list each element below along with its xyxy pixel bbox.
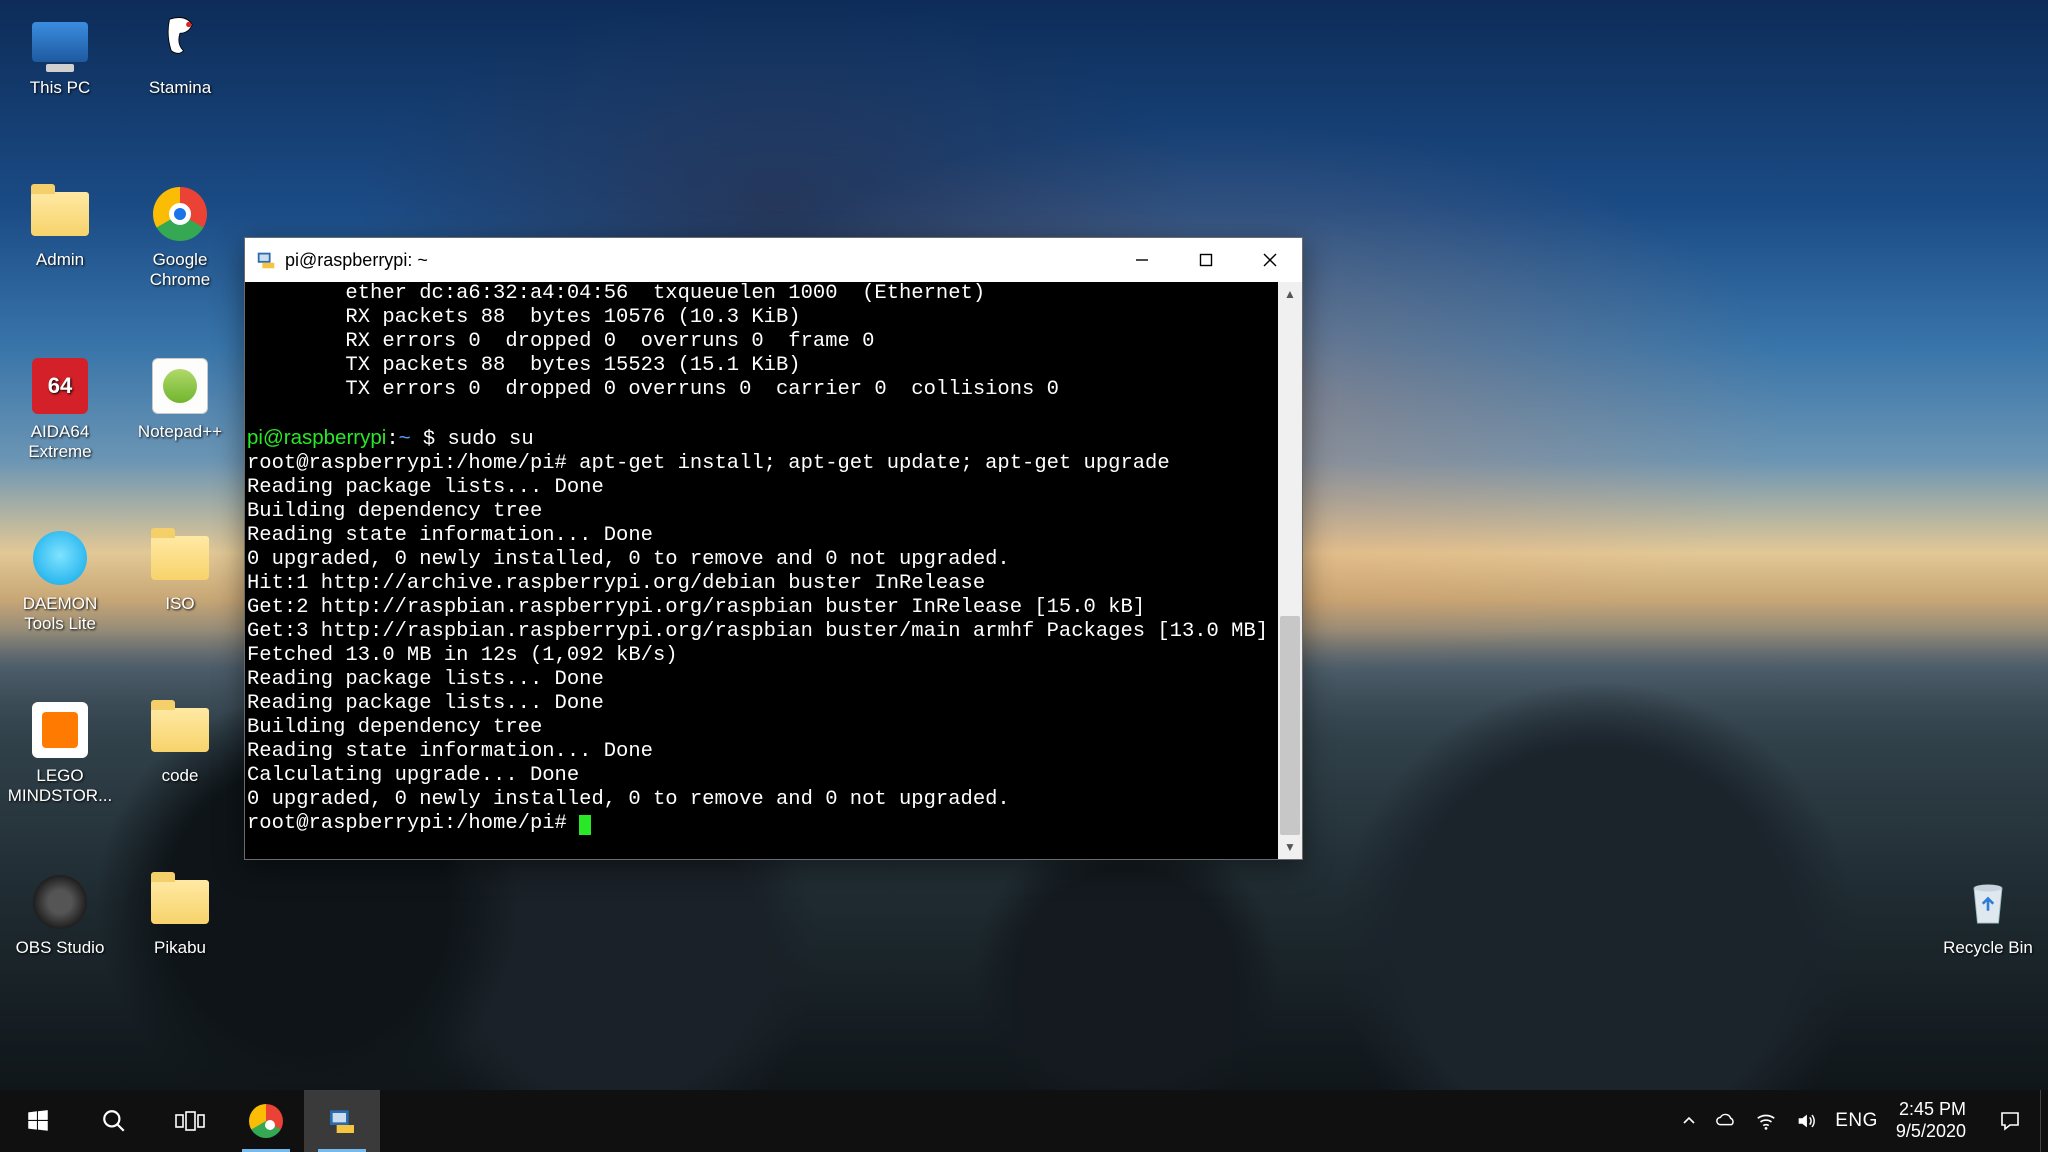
desktop-label: DAEMONTools Lite [6,594,114,635]
taskbar-clock[interactable]: 2:45 PM 9/5/2020 [1882,1090,1980,1152]
folder-icon [148,870,212,934]
close-button[interactable] [1238,238,1302,282]
chrome-icon [148,182,212,246]
show-desktop-button[interactable] [2040,1090,2048,1152]
chrome-icon [249,1104,283,1138]
desktop-label: Notepad++ [126,422,234,442]
folder-icon [148,698,212,762]
putty-icon [326,1105,358,1137]
scroll-up-button[interactable]: ▲ [1278,282,1302,306]
search-icon [101,1108,127,1134]
desktop-label: OBS Studio [6,938,114,958]
desktop-icon-notepadpp[interactable]: Notepad++ [126,354,234,442]
tray-overflow-button[interactable] [1681,1113,1697,1129]
desktop-icon-iso[interactable]: ISO [126,526,234,614]
desktop-label: Admin [6,250,114,270]
clock-time: 2:45 PM [1896,1099,1966,1121]
desktop-icon-code[interactable]: code [126,698,234,786]
recycle-bin-icon [1956,870,2020,934]
desktop-icon-recycle-bin[interactable]: Recycle Bin [1934,870,2042,958]
desktop-label: code [126,766,234,786]
desktop-icon-stamina[interactable]: Stamina [126,10,234,98]
system-tray: ENG [1671,1090,1882,1152]
stamina-icon [148,10,212,74]
language-indicator[interactable]: ENG [1835,1110,1878,1132]
windows-icon [25,1108,51,1134]
desktop-label: Pikabu [126,938,234,958]
volume-icon[interactable] [1795,1110,1817,1132]
desktop-label: AIDA64Extreme [6,422,114,463]
this-pc-icon [28,10,92,74]
desktop-label: LEGOMINDSTOR... [6,766,114,807]
aida64-icon: 64 [28,354,92,418]
desktop-icon-pikabu[interactable]: Pikabu [126,870,234,958]
desktop-icon-lego[interactable]: LEGOMINDSTOR... [6,698,114,807]
desktop-label: This PC [6,78,114,98]
desktop-icon-obs[interactable]: OBS Studio [6,870,114,958]
search-button[interactable] [76,1090,152,1152]
folder-icon [148,526,212,590]
scrollbar-track[interactable] [1278,306,1302,835]
taskbar-app-putty[interactable] [304,1090,380,1152]
task-view-icon [175,1109,205,1133]
daemon-tools-icon [28,526,92,590]
start-button[interactable] [0,1090,76,1152]
window-title: pi@raspberrypi: ~ [285,250,428,271]
taskbar: ENG 2:45 PM 9/5/2020 [0,1090,2048,1152]
onedrive-icon[interactable] [1715,1110,1737,1132]
desktop-icon-aida64[interactable]: 64 AIDA64Extreme [6,354,114,463]
folder-icon [28,182,92,246]
taskbar-app-chrome[interactable] [228,1090,304,1152]
desktop-label: ISO [126,594,234,614]
desktop-icon-this-pc[interactable]: This PC [6,10,114,98]
lego-icon [28,698,92,762]
notification-icon [1998,1109,2022,1133]
obs-icon [28,870,92,934]
minimize-button[interactable] [1110,238,1174,282]
desktop-label: Recycle Bin [1934,938,2042,958]
scrollbar-thumb[interactable] [1280,616,1300,835]
task-view-button[interactable] [152,1090,228,1152]
putty-window: pi@raspberrypi: ~ ether dc:a6:32:a4:04:5… [244,237,1303,860]
scroll-down-button[interactable]: ▼ [1278,835,1302,859]
terminal-scrollbar[interactable]: ▲ ▼ [1278,282,1302,859]
clock-date: 9/5/2020 [1896,1121,1966,1143]
terminal-output[interactable]: ether dc:a6:32:a4:04:56 txqueuelen 1000 … [245,282,1278,859]
action-center-button[interactable] [1980,1090,2040,1152]
desktop-label: Stamina [126,78,234,98]
wifi-icon[interactable] [1755,1110,1777,1132]
desktop-icon-admin[interactable]: Admin [6,182,114,270]
window-titlebar[interactable]: pi@raspberrypi: ~ [245,238,1302,282]
desktop-icon-daemon[interactable]: DAEMONTools Lite [6,526,114,635]
notepadpp-icon [148,354,212,418]
putty-icon [255,249,277,271]
maximize-button[interactable] [1174,238,1238,282]
desktop-icon-chrome[interactable]: GoogleChrome [126,182,234,291]
desktop-label: GoogleChrome [126,250,234,291]
